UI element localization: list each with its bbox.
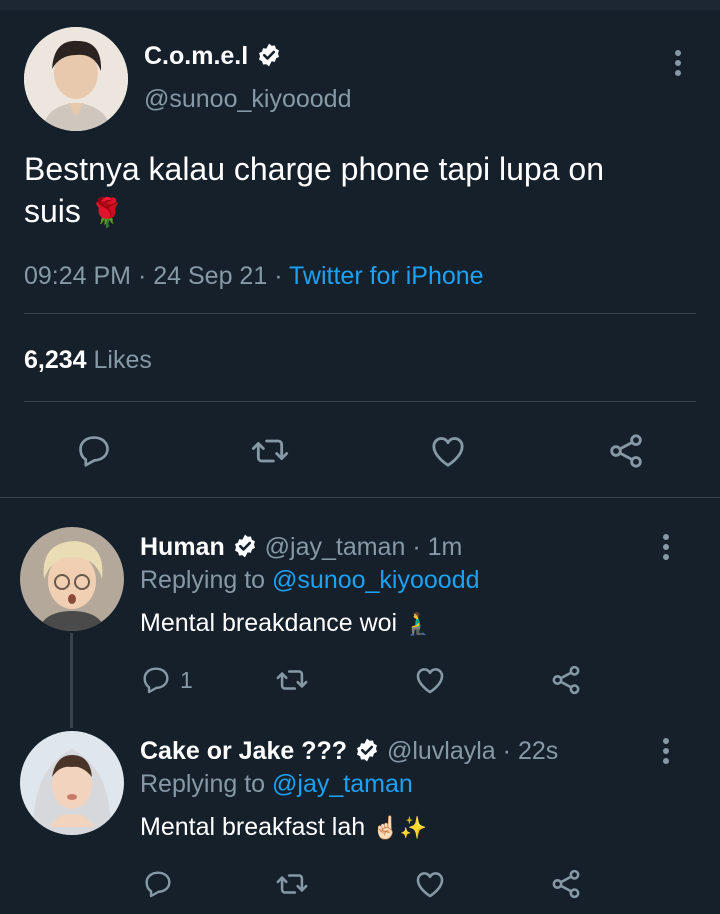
replying-to-handle[interactable]: @sunoo_kiyooodd <box>272 566 479 594</box>
tweet-text-line1: Bestnya kalau charge phone tapi lupa on <box>24 151 604 187</box>
avatar[interactable] <box>24 27 128 131</box>
verified-icon <box>259 44 280 67</box>
share-button[interactable] <box>548 866 584 902</box>
reply-button[interactable] <box>72 429 116 473</box>
retweet-button[interactable] <box>248 429 292 473</box>
handle[interactable]: @sunoo_kiyooodd <box>144 84 351 114</box>
tweet-date[interactable]: 24 Sep 21 <box>153 262 267 290</box>
kneeling-emoji: 🧎‍♂️ <box>404 611 432 636</box>
avatar[interactable] <box>20 527 124 631</box>
reply-count: 1 <box>180 666 193 693</box>
verified-icon <box>234 535 255 558</box>
handle[interactable]: @luvlayla <box>387 737 496 765</box>
tweet-text-line2: suis 🌹 <box>24 193 125 229</box>
reply-header: Cake or Jake ??? @luvlayla · 22s <box>140 736 558 766</box>
like-icon <box>432 437 464 467</box>
display-name[interactable]: C.o.m.e.l <box>144 41 282 71</box>
reply-text: Mental breakfast lah ☝🏻✨ <box>140 813 427 841</box>
like-button[interactable] <box>412 662 448 698</box>
share-button[interactable] <box>548 662 584 698</box>
share-icon <box>610 434 642 468</box>
time-ago[interactable]: 1m <box>428 533 463 561</box>
replying-to-handle[interactable]: @jay_taman <box>272 770 413 798</box>
time-ago[interactable]: 22s <box>518 737 558 765</box>
top-border <box>0 0 720 10</box>
tweet-time[interactable]: 09:24 PM <box>24 262 131 290</box>
retweet-button[interactable] <box>274 662 310 698</box>
separator: · <box>412 533 421 561</box>
more-icon[interactable] <box>663 738 669 764</box>
separator: · <box>274 262 283 290</box>
reply-button[interactable]: 1 <box>140 662 200 698</box>
reply-text: Mental breakdance woi 🧎‍♂️ <box>140 609 432 637</box>
separator: · <box>502 737 511 765</box>
divider <box>0 497 720 498</box>
reply-icon <box>145 871 171 898</box>
likes-count: 6,234 <box>24 346 87 374</box>
like-icon <box>416 668 444 694</box>
reply-icon <box>79 436 109 467</box>
tweet-source[interactable]: Twitter for iPhone <box>289 262 484 290</box>
retweet-icon <box>276 670 308 690</box>
replying-to: Replying to @sunoo_kiyooodd <box>140 566 480 594</box>
share-button[interactable] <box>604 429 648 473</box>
more-icon[interactable] <box>675 50 681 76</box>
handle[interactable]: @jay_taman <box>265 533 406 561</box>
share-icon <box>552 869 580 899</box>
verified-icon <box>357 739 377 762</box>
avatar[interactable] <box>20 731 124 835</box>
display-name[interactable]: Human <box>140 533 225 561</box>
reply-button[interactable] <box>140 866 176 902</box>
retweet-button[interactable] <box>274 866 310 902</box>
tweet-meta: 09:24 PM · 24 Sep 21 · Twitter for iPhon… <box>24 261 484 291</box>
like-button[interactable] <box>412 866 448 902</box>
like-icon <box>416 872 444 898</box>
share-icon <box>552 665 580 695</box>
divider <box>24 313 696 314</box>
likes-label: Likes <box>93 346 152 374</box>
separator: · <box>137 262 147 290</box>
replying-to: Replying to @jay_taman <box>140 770 413 798</box>
like-button[interactable] <box>426 429 470 473</box>
more-icon[interactable] <box>663 534 669 560</box>
reply-icon <box>143 667 169 694</box>
pointing-sparkles-emoji: ☝🏻✨ <box>372 815 427 840</box>
display-name[interactable]: Cake or Jake ??? <box>140 737 347 765</box>
rose-emoji: 🌹 <box>89 197 125 228</box>
retweet-icon <box>276 874 308 894</box>
thread-line <box>70 633 73 728</box>
divider <box>24 401 696 402</box>
retweet-icon <box>251 439 289 463</box>
reply-header: Human @jay_taman · 1m <box>140 532 462 562</box>
likes-stat[interactable]: 6,234 Likes <box>24 345 152 375</box>
